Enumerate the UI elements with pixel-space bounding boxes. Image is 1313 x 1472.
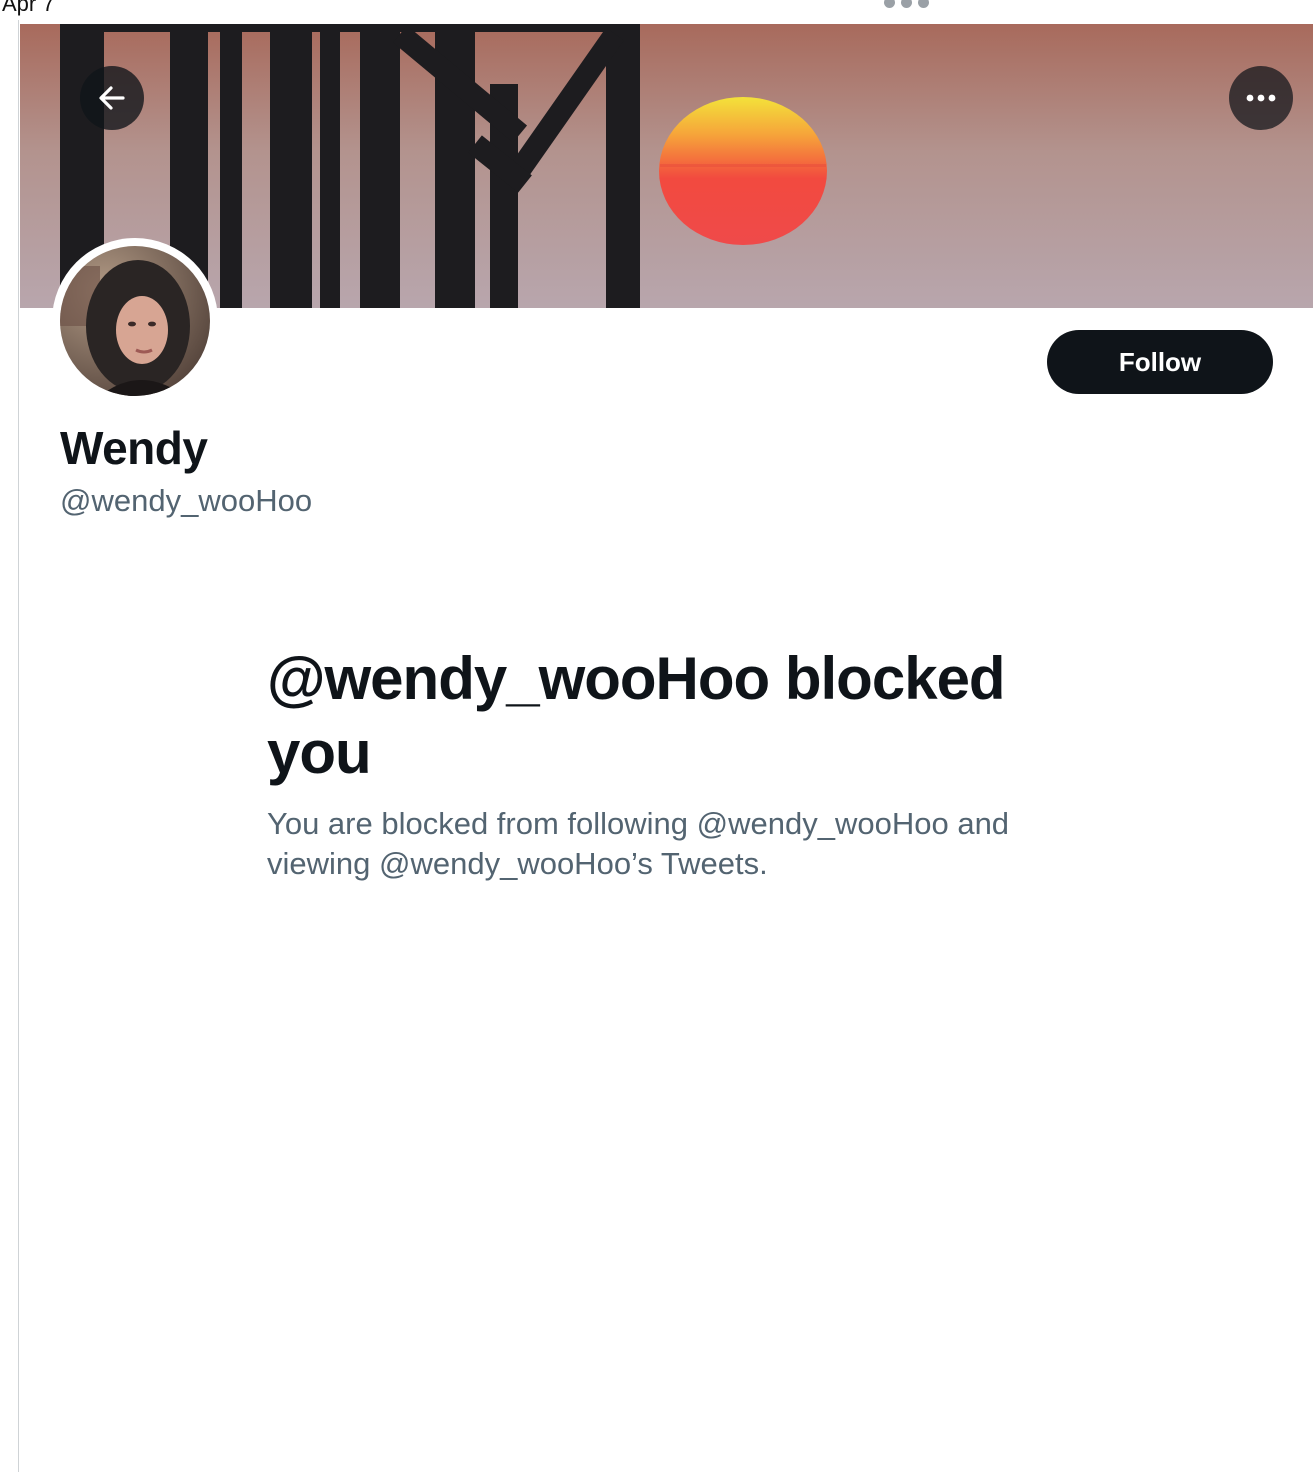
- user-handle: @wendy_wooHoo: [60, 483, 313, 518]
- profile-page: Apr 7 Follow Wendy @wendy_wooHoo @wendy_…: [0, 0, 1313, 1472]
- status-strip: Apr 7: [0, 0, 1313, 24]
- follow-button[interactable]: Follow: [1047, 330, 1273, 394]
- more-options-button[interactable]: [1229, 66, 1293, 130]
- back-button[interactable]: [80, 66, 144, 130]
- banner-image: [20, 24, 1313, 308]
- date-label: Apr 7: [2, 0, 55, 16]
- sheet-grabber[interactable]: [884, 0, 929, 8]
- blocked-description: You are blocked from following @wendy_wo…: [267, 806, 1010, 881]
- grabber-dot: [918, 0, 929, 8]
- divider: [18, 20, 19, 1472]
- more-horizontal-icon: [1246, 94, 1276, 102]
- profile-banner[interactable]: [20, 24, 1313, 308]
- blocked-title: @wendy_wooHoo blocked you: [267, 645, 1006, 786]
- arrow-left-icon: [99, 86, 125, 110]
- avatar-image: [60, 246, 210, 396]
- grabber-dot: [901, 0, 912, 8]
- display-name: Wendy: [60, 422, 208, 474]
- grabber-dot: [884, 0, 895, 8]
- avatar[interactable]: [52, 238, 218, 404]
